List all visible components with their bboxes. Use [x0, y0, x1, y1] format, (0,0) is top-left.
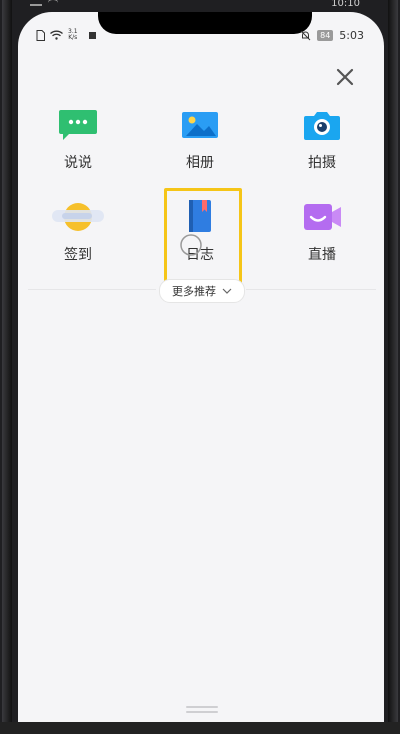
- grid-item-label: 相册: [186, 155, 214, 171]
- chat-bubble-icon: [58, 108, 98, 142]
- grid-item-label: 说说: [64, 155, 92, 171]
- divider-right: [246, 289, 376, 290]
- grid-item-label: 签到: [64, 247, 92, 263]
- status-bar-right: 84 5:03: [300, 29, 364, 42]
- network-speed: 3.1 K/s: [68, 29, 78, 41]
- phone-frame-left-edge: [2, 0, 12, 734]
- outer-status-bar: 10:10: [0, 0, 400, 12]
- camera-icon: [302, 108, 342, 142]
- status-bar-left: 3.1 K/s: [36, 29, 96, 41]
- grid-item-label: 直播: [308, 247, 336, 263]
- battery-indicator: 84: [317, 30, 334, 41]
- app-screen: 3.1 K/s 84 5:03 说说 相册 拍摄 签到 日志 直播 更多推荐: [18, 12, 384, 722]
- more-recommendations-button[interactable]: 更多推荐: [159, 279, 245, 303]
- wifi-icon: [48, 0, 58, 6]
- touch-indicator: [180, 234, 202, 256]
- network-speed-unit: K/s: [68, 34, 78, 41]
- handle-line: [186, 706, 218, 708]
- chevron-down-icon: [222, 288, 232, 294]
- mute-bell-icon: [300, 30, 311, 41]
- grid-item-camera[interactable]: 拍摄: [282, 108, 362, 178]
- grid-item-shuoshuo[interactable]: 说说: [38, 108, 118, 178]
- phone-frame-right-edge: [388, 0, 398, 734]
- bottom-handle[interactable]: [186, 706, 218, 714]
- outer-status-icons: [30, 0, 58, 6]
- handle-line: [186, 711, 218, 713]
- sim-card-icon: [36, 29, 45, 41]
- close-button[interactable]: [332, 64, 358, 90]
- close-icon: [336, 68, 354, 86]
- divider-left: [28, 289, 156, 290]
- live-video-icon: [302, 200, 342, 234]
- status-time: 5:03: [339, 29, 364, 42]
- outer-clock: 10:10: [331, 0, 360, 9]
- more-recommendations-label: 更多推荐: [172, 285, 216, 298]
- phone-frame-bottom: [0, 722, 400, 734]
- check-in-icon: [52, 200, 104, 234]
- grid-item-checkin[interactable]: 签到: [38, 200, 118, 270]
- signal-icon: [30, 0, 42, 6]
- photo-album-icon: [180, 108, 220, 142]
- grid-item-album[interactable]: 相册: [160, 108, 240, 178]
- status-bar: 3.1 K/s 84 5:03: [18, 27, 384, 47]
- grid-item-live[interactable]: 直播: [282, 200, 362, 270]
- notification-square-icon: [88, 31, 96, 39]
- grid-item-label: 拍摄: [308, 155, 336, 171]
- wifi-icon: [50, 30, 63, 40]
